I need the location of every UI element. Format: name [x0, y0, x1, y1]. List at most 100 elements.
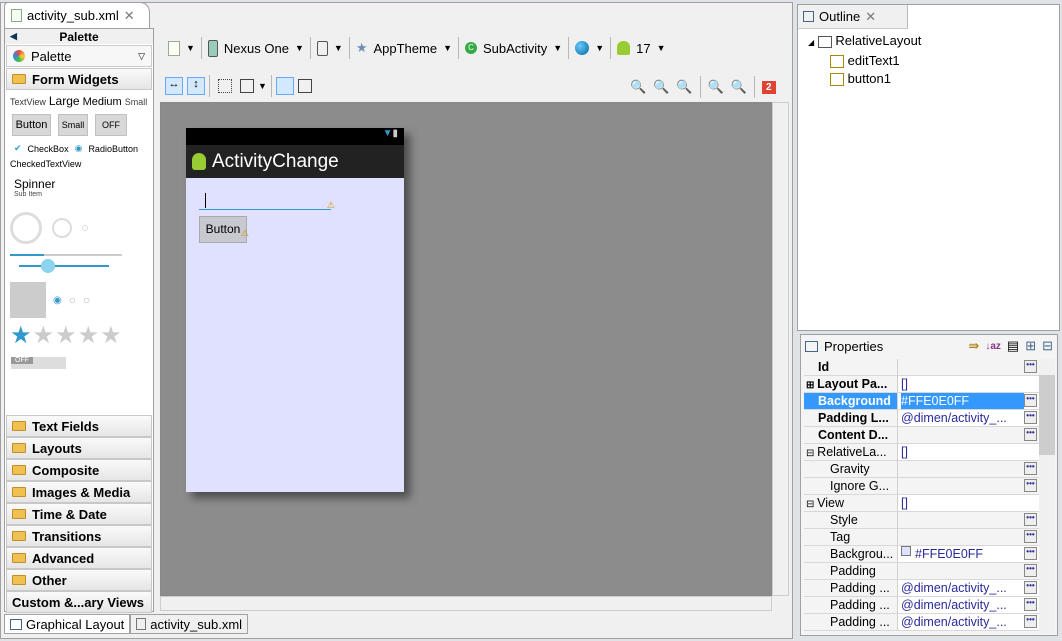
palette-category[interactable]: Text Fields [6, 415, 152, 437]
ellipsis-button[interactable]: ••• [1024, 530, 1037, 543]
property-row[interactable]: Padding ... @dimen/activity_... ••• [804, 580, 1040, 597]
orientation-icon[interactable] [316, 40, 328, 56]
outline-node-edittext[interactable]: editText1 [808, 52, 1049, 70]
seekbar[interactable] [19, 259, 109, 273]
property-row[interactable]: Backgrou... #FFE0E0FF ••• [804, 546, 1040, 563]
property-value[interactable]: ••• [898, 512, 1040, 528]
property-row[interactable]: Id ••• [804, 359, 1040, 376]
zoom-real-icon[interactable]: 🔍 [653, 79, 669, 95]
close-icon[interactable]: ✕ [124, 8, 135, 24]
layout-anchor2-icon[interactable] [297, 79, 312, 93]
widget-small-button[interactable]: Small [58, 114, 88, 136]
property-row[interactable]: ⊟ RelativeLa... [] [804, 444, 1040, 461]
property-row[interactable]: Gravity ••• [804, 461, 1040, 478]
property-value[interactable]: ••• [898, 563, 1040, 579]
edit-text[interactable]: ⚠ [199, 192, 335, 210]
property-row[interactable]: Tag ••• [804, 529, 1040, 546]
property-value[interactable]: #FFE0E0FF ••• [898, 393, 1040, 409]
expand-icon[interactable]: ⊞ [806, 380, 817, 391]
widget-medium[interactable]: Medium [83, 96, 122, 108]
progress-bar-horizontal[interactable] [10, 254, 122, 256]
ellipsis-button[interactable]: ••• [1024, 394, 1037, 407]
property-row[interactable]: Style ••• [804, 512, 1040, 529]
category-form-widgets[interactable]: Form Widgets [6, 68, 152, 90]
filter-icon[interactable]: ⇛ [968, 338, 979, 354]
palette-category[interactable]: Other [6, 569, 152, 591]
property-row[interactable]: Ignore G... ••• [804, 478, 1040, 495]
ellipsis-button[interactable]: ••• [1024, 462, 1037, 475]
palette-category[interactable]: Images & Media [6, 481, 152, 503]
rating-bar[interactable]: ★★★★★ [5, 318, 153, 353]
ellipsis-button[interactable]: ••• [1024, 564, 1037, 577]
preview-button[interactable]: Button ⚠ [199, 216, 249, 243]
expand-all-icon[interactable]: ⊞ [1025, 338, 1036, 354]
property-row[interactable]: Padding L... @dimen/activity_... ••• [804, 410, 1040, 427]
ellipsis-button[interactable]: ••• [1024, 598, 1037, 611]
ellipsis-button[interactable]: ••• [1024, 428, 1037, 441]
ellipsis-button[interactable]: ••• [1024, 581, 1037, 594]
tab-activity-sub-xml[interactable]: activity_sub.xml ✕ [4, 2, 150, 28]
property-value[interactable]: @dimen/activity_... ••• [898, 614, 1040, 630]
seekbar-thumb[interactable] [41, 259, 55, 273]
palette-category[interactable]: Custom &...ary Views [6, 591, 152, 613]
property-row[interactable]: Padding ••• [804, 563, 1040, 580]
layout-anchor-icon[interactable] [275, 77, 294, 95]
image-view-icon[interactable] [10, 282, 46, 318]
ellipsis-button[interactable]: ••• [1024, 360, 1037, 373]
widget-large[interactable]: Large [49, 94, 80, 108]
collapse-icon[interactable]: ⊟ [806, 499, 817, 510]
widget-button[interactable]: Button [12, 114, 51, 136]
ellipsis-button[interactable]: ••• [1024, 411, 1037, 424]
tab-graphical-layout[interactable]: Graphical Layout [4, 614, 131, 634]
zoom-out-icon[interactable]: 🔍 [708, 79, 724, 95]
property-value[interactable]: ••• [898, 461, 1040, 477]
property-value[interactable]: #FFE0E0FF ••• [898, 546, 1040, 562]
property-value[interactable]: [] [898, 444, 1040, 460]
collapse-icon[interactable]: ⊟ [806, 448, 817, 459]
widget-small[interactable]: Small [125, 97, 148, 107]
widget-checked-textview[interactable]: CheckedTextView [5, 159, 153, 169]
property-row[interactable]: Padding ... @dimen/activity_... ••• [804, 597, 1040, 614]
radio-icon[interactable]: ◉ [75, 143, 83, 154]
property-row[interactable]: Content D... ••• [804, 427, 1040, 444]
ellipsis-button[interactable]: ••• [1024, 513, 1037, 526]
widget-toggle-button[interactable]: OFF [95, 114, 127, 136]
sort-az-icon[interactable]: ↓az [985, 341, 1001, 352]
property-value[interactable]: ••• [898, 478, 1040, 494]
expand-triangle-icon[interactable]: ◢ [808, 38, 814, 47]
property-value[interactable]: ••• [898, 359, 1040, 375]
palette-category[interactable]: Layouts [6, 437, 152, 459]
horizontal-scrollbar[interactable] [160, 596, 772, 611]
layout-file-icon[interactable] [168, 40, 180, 56]
property-row[interactable]: Background #FFE0E0FF ••• [804, 393, 1040, 410]
zoom-fit-icon[interactable]: 🔍 [630, 79, 646, 95]
property-value[interactable]: @dimen/activity_... ••• [898, 597, 1040, 613]
widget-switch[interactable]: OFF [11, 357, 66, 369]
property-row[interactable]: ⊞ Layout Pa... [] [804, 376, 1040, 393]
outline-node-button[interactable]: button1 [808, 70, 1049, 88]
palette-dropdown[interactable]: Palette ▽ [6, 45, 152, 67]
outline-node-root[interactable]: ◢ RelativeLayout [808, 32, 1049, 52]
palette-category[interactable]: Time & Date [6, 503, 152, 525]
palette-category[interactable]: Transitions [6, 525, 152, 547]
vertical-scrollbar[interactable] [772, 102, 789, 596]
property-value[interactable]: [] [898, 495, 1040, 511]
error-badge[interactable]: 2 [761, 80, 776, 94]
zoom-100-icon[interactable]: 🔍 [676, 79, 692, 95]
property-row[interactable]: ⊟ View [] [804, 495, 1040, 512]
property-value[interactable]: @dimen/activity_... ••• [898, 410, 1040, 426]
fill-width-icon[interactable]: ↔ [165, 77, 183, 95]
ellipsis-button[interactable]: ••• [1024, 615, 1037, 628]
widget-spinner[interactable]: Spinner Sub Item [5, 169, 153, 198]
fit-icon[interactable] [240, 79, 254, 93]
collapse-icon[interactable]: ◀ [10, 31, 17, 42]
progress-large-icon[interactable] [10, 212, 42, 244]
palette-category[interactable]: Advanced [6, 547, 152, 569]
property-value[interactable]: ••• [898, 427, 1040, 443]
property-row[interactable]: Padding ... @dimen/activity_... ••• [804, 614, 1040, 631]
restore-default-icon[interactable]: ▤ [1007, 338, 1019, 354]
property-value[interactable]: [] [898, 376, 1040, 392]
tab-xml-source[interactable]: activity_sub.xml [130, 614, 249, 634]
ellipsis-button[interactable]: ••• [1024, 479, 1037, 492]
property-value[interactable]: ••• [898, 529, 1040, 545]
